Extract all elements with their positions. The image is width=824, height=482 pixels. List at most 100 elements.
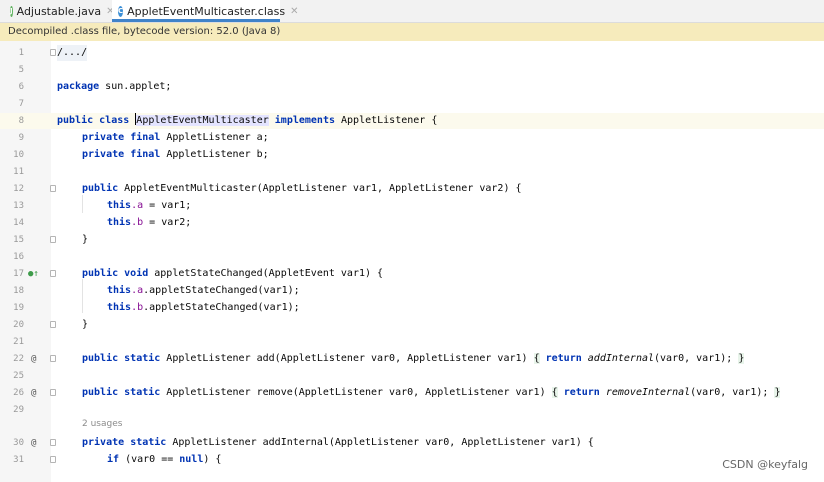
if-end: ) { (203, 454, 222, 465)
implements-method-icon[interactable]: ●↑ (28, 266, 39, 282)
code-editor[interactable]: 1 /.../ 5 6 package sun.applet; 7 8 publ… (0, 41, 824, 482)
keyword: public (82, 387, 119, 398)
code-line[interactable]: 30 @ private static AppletListener addIn… (0, 435, 824, 451)
code-line[interactable]: 17 ●↑ public void appletStateChanged(App… (0, 266, 824, 282)
code-line[interactable]: 22 @ public static AppletListener add(Ap… (0, 351, 824, 367)
code-line[interactable]: 1 /.../ (0, 45, 824, 61)
code-line[interactable]: 21 (0, 334, 824, 350)
field-name: a; (256, 132, 269, 143)
line-number: 22 (13, 354, 24, 364)
fold-toggle-icon[interactable] (50, 355, 56, 362)
keyword: public (82, 183, 119, 194)
assignment: = var2; (143, 217, 192, 228)
close-icon[interactable]: ✕ (290, 6, 298, 17)
field-type: AppletListener (160, 149, 257, 160)
fold-toggle-icon[interactable] (50, 456, 56, 463)
class-name[interactable]: AppletEventMulticaster (136, 115, 269, 126)
keyword: private (82, 437, 125, 448)
package-name: sun.applet; (99, 81, 172, 92)
if-condition: (var0 == (119, 454, 180, 465)
field-ref: .b (131, 302, 144, 313)
keyword: public (82, 268, 119, 279)
field-ref: .b (131, 217, 144, 228)
folded-brace[interactable]: } (774, 387, 781, 398)
code-line-current[interactable]: 8 public class AppletEventMulticaster im… (0, 113, 824, 129)
code-line[interactable]: 29 (0, 402, 824, 418)
keyword: public (57, 115, 94, 126)
code-line[interactable]: 9 private final AppletListener a; (0, 130, 824, 146)
code-line[interactable]: 13 this.a = var1; (0, 198, 824, 214)
code-line[interactable]: 14 this.b = var2; (0, 215, 824, 231)
field-type: AppletListener (160, 132, 257, 143)
fold-toggle-icon[interactable] (50, 439, 56, 446)
keyword: final (130, 149, 161, 160)
editor-tab-bar: J Adjustable.java ✕ C AppletEventMultica… (0, 0, 824, 23)
line-number: 9 (18, 133, 24, 143)
tab-adjustable-java[interactable]: J Adjustable.java ✕ (4, 0, 114, 22)
code-line[interactable]: 5 (0, 62, 824, 78)
keyword: package (57, 81, 100, 92)
line-number: 5 (18, 65, 24, 75)
code-text: public void appletStateChanged(AppletEve… (82, 266, 383, 282)
keyword: class (99, 115, 130, 126)
code-line[interactable]: 18 this.a.appletStateChanged(var1); (0, 283, 824, 299)
usages-hint[interactable]: 2 usages (82, 419, 122, 429)
code-line[interactable]: 20 } (0, 317, 824, 333)
keyword: if (107, 454, 120, 465)
line-number: 21 (13, 337, 24, 347)
code-line[interactable]: 25 (0, 368, 824, 384)
code-text: public class AppletEventMulticaster impl… (57, 113, 437, 129)
line-number: 29 (13, 405, 24, 415)
field-name: b; (256, 149, 269, 160)
folded-comment[interactable]: /.../ (57, 45, 88, 61)
line-number: 19 (13, 303, 24, 313)
line-number: 17 (13, 269, 24, 279)
fold-toggle-icon[interactable] (50, 389, 56, 396)
decompiled-notice-banner: Decompiled .class file, bytecode version… (0, 23, 824, 41)
keyword: static (124, 387, 161, 398)
code-line[interactable]: 15 } (0, 232, 824, 248)
tab-appleteventmulticaster-class[interactable]: C AppletEventMulticaster.class ✕ (112, 0, 298, 22)
fold-toggle-icon[interactable] (50, 321, 56, 328)
fold-toggle-icon[interactable] (50, 270, 56, 277)
code-line[interactable]: 10 private final AppletListener b; (0, 147, 824, 163)
code-text: public AppletEventMulticaster(AppletList… (82, 181, 522, 197)
code-line[interactable]: 6 package sun.applet; (0, 79, 824, 95)
code-line[interactable]: 11 (0, 164, 824, 180)
annotation-icon[interactable]: @ (31, 351, 36, 367)
assignment: = var1; (143, 200, 192, 211)
interface-name: AppletListener { (335, 115, 438, 126)
code-line[interactable]: 16 (0, 249, 824, 265)
code-text: this.a = var1; (107, 198, 191, 214)
active-tab-indicator (112, 19, 280, 22)
folded-brace[interactable]: { (551, 387, 558, 398)
fold-toggle-icon[interactable] (50, 185, 56, 192)
code-line[interactable]: 7 (0, 96, 824, 112)
annotation-icon[interactable]: @ (31, 385, 36, 401)
keyword: static (124, 353, 161, 364)
code-text: private final AppletListener a; (82, 130, 269, 146)
method-call: .appletStateChanged(var1); (143, 285, 300, 296)
code-line[interactable]: 19 this.b.appletStateChanged(var1); (0, 300, 824, 316)
annotation-icon[interactable]: @ (31, 435, 36, 451)
method-call: .appletStateChanged(var1); (143, 302, 300, 313)
banner-text: Decompiled .class file, bytecode version… (8, 26, 281, 37)
line-number: 12 (13, 184, 24, 194)
method-signature: AppletListener add(AppletListener var0, … (160, 353, 534, 364)
code-line[interactable]: 31 if (var0 == null) { (0, 452, 824, 468)
keyword: return (563, 387, 600, 398)
code-text: this.a.appletStateChanged(var1); (107, 283, 300, 299)
constructor-signature: AppletEventMulticaster(AppletListener va… (118, 183, 522, 194)
line-number: 8 (18, 116, 24, 126)
code-line[interactable]: 26 @ public static AppletListener remove… (0, 385, 824, 401)
folded-brace[interactable]: } (738, 353, 745, 364)
folded-brace[interactable]: { (533, 353, 540, 364)
keyword: final (130, 132, 161, 143)
fold-toggle-icon[interactable] (50, 49, 56, 56)
call-args: (var0, var1); (654, 353, 733, 364)
keyword: void (124, 268, 149, 279)
fold-toggle-icon[interactable] (50, 236, 56, 243)
tab-label: Adjustable.java (16, 4, 102, 18)
code-text: private static AppletListener addInterna… (82, 435, 594, 451)
code-line[interactable]: 12 public AppletEventMulticaster(AppletL… (0, 181, 824, 197)
